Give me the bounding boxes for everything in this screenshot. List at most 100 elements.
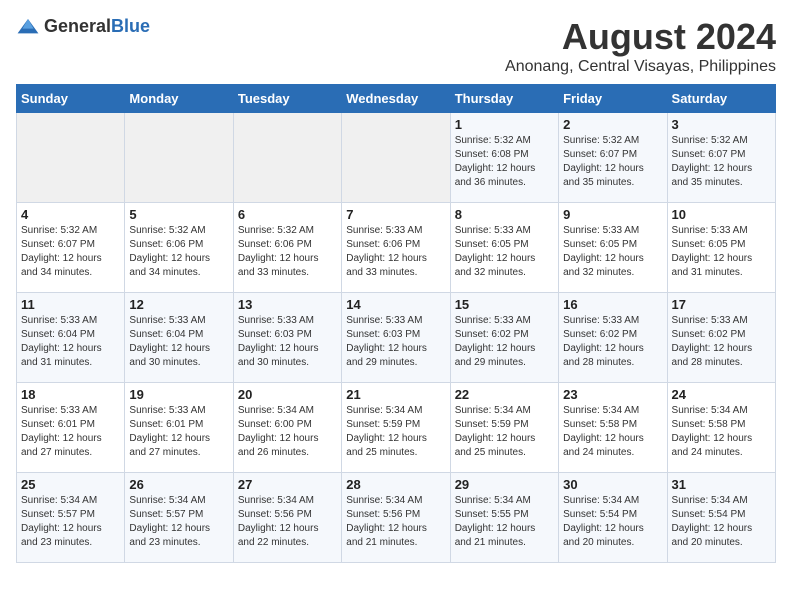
day-info: Sunrise: 5:34 AMSunset: 5:58 PMDaylight:… <box>672 404 771 460</box>
day-number: 31 <box>672 477 771 492</box>
day-cell: 1Sunrise: 5:32 AMSunset: 6:08 PMDaylight… <box>450 113 558 203</box>
logo-general: General <box>44 16 111 36</box>
day-info: Sunrise: 5:33 AMSunset: 6:01 PMDaylight:… <box>129 404 228 460</box>
day-number: 20 <box>238 387 337 402</box>
day-cell <box>342 113 450 203</box>
day-cell: 10Sunrise: 5:33 AMSunset: 6:05 PMDayligh… <box>667 203 775 293</box>
header-cell-monday: Monday <box>125 85 233 113</box>
header-cell-tuesday: Tuesday <box>233 85 341 113</box>
header-row: SundayMondayTuesdayWednesdayThursdayFrid… <box>17 85 776 113</box>
day-cell: 12 Sunrise: 5:33 AMSunset: 6:04 PMDayligh… <box>125 293 233 383</box>
day-cell: 19Sunrise: 5:33 AMSunset: 6:01 PMDayligh… <box>125 383 233 473</box>
day-number: 23 <box>563 387 662 402</box>
day-number: 12 <box>129 297 228 312</box>
logo-icon <box>16 17 40 37</box>
day-cell: 8 Sunrise: 5:33 AMSunset: 6:05 PMDaylight… <box>450 203 558 293</box>
day-info: Sunrise: 5:34 AMSunset: 5:56 PMDaylight:… <box>346 494 445 550</box>
day-number: 5 <box>129 207 228 222</box>
day-info: Sunrise: 5:34 AMSunset: 6:00 PMDaylight:… <box>238 404 337 460</box>
title-area: August 2024 Anonang, Central Visayas, Ph… <box>505 16 776 76</box>
header-cell-saturday: Saturday <box>667 85 775 113</box>
logo-blue: Blue <box>111 16 150 36</box>
day-number: 27 <box>238 477 337 492</box>
day-info: Sunrise: 5:34 AMSunset: 5:54 PMDaylight:… <box>563 494 662 550</box>
day-cell: 26 Sunrise: 5:34 AMSunset: 5:57 PMDayligh… <box>125 473 233 563</box>
day-info: Sunrise: 5:33 AMSunset: 6:06 PMDaylight:… <box>346 224 445 280</box>
calendar-header: SundayMondayTuesdayWednesdayThursdayFrid… <box>17 85 776 113</box>
day-info: Sunrise: 5:33 AMSunset: 6:02 PMDaylight:… <box>672 314 771 370</box>
day-cell: 6Sunrise: 5:32 AMSunset: 6:06 PMDaylight… <box>233 203 341 293</box>
day-number: 18 <box>21 387 120 402</box>
day-info: Sunrise: 5:34 AMSunset: 5:57 PMDaylight:… <box>129 494 228 550</box>
day-number: 15 <box>455 297 554 312</box>
day-number: 8 <box>455 207 554 222</box>
day-cell: 31 Sunrise: 5:34 AMSunset: 5:54 PMDayligh… <box>667 473 775 563</box>
day-info: Sunrise: 5:33 AMSunset: 6:05 PMDaylight:… <box>455 224 554 280</box>
day-number: 1 <box>455 117 554 132</box>
week-row-4: 25 Sunrise: 5:34 AMSunset: 5:57 PMDayligh… <box>17 473 776 563</box>
day-cell: 23 Sunrise: 5:34 AMSunset: 5:58 PMDayligh… <box>559 383 667 473</box>
day-info: Sunrise: 5:34 AMSunset: 5:54 PMDaylight:… <box>672 494 771 550</box>
subtitle: Anonang, Central Visayas, Philippines <box>505 58 776 76</box>
day-cell: 13Sunrise: 5:33 AMSunset: 6:03 PMDayligh… <box>233 293 341 383</box>
week-row-2: 11 Sunrise: 5:33 AMSunset: 6:04 PMDayligh… <box>17 293 776 383</box>
day-cell: 24 Sunrise: 5:34 AMSunset: 5:58 PMDayligh… <box>667 383 775 473</box>
header-cell-sunday: Sunday <box>17 85 125 113</box>
day-cell: 4 Sunrise: 5:32 AMSunset: 6:07 PMDaylight… <box>17 203 125 293</box>
day-cell: 9 Sunrise: 5:33 AMSunset: 6:05 PMDaylight… <box>559 203 667 293</box>
day-info: Sunrise: 5:33 AMSunset: 6:01 PMDaylight:… <box>21 404 120 460</box>
day-cell: 3Sunrise: 5:32 AMSunset: 6:07 PMDaylight… <box>667 113 775 203</box>
day-number: 13 <box>238 297 337 312</box>
day-number: 9 <box>563 207 662 222</box>
day-cell: 2 Sunrise: 5:32 AMSunset: 6:07 PMDaylight… <box>559 113 667 203</box>
day-info: Sunrise: 5:34 AMSunset: 5:56 PMDaylight:… <box>238 494 337 550</box>
day-cell: 21Sunrise: 5:34 AMSunset: 5:59 PMDayligh… <box>342 383 450 473</box>
day-info: Sunrise: 5:33 AMSunset: 6:04 PMDaylight:… <box>129 314 228 370</box>
day-number: 6 <box>238 207 337 222</box>
day-cell: 14Sunrise: 5:33 AMSunset: 6:03 PMDayligh… <box>342 293 450 383</box>
day-cell: 17Sunrise: 5:33 AMSunset: 6:02 PMDayligh… <box>667 293 775 383</box>
day-number: 26 <box>129 477 228 492</box>
day-info: Sunrise: 5:34 AMSunset: 5:55 PMDaylight:… <box>455 494 554 550</box>
day-info: Sunrise: 5:33 AMSunset: 6:03 PMDaylight:… <box>346 314 445 370</box>
day-cell <box>233 113 341 203</box>
day-cell: 30 Sunrise: 5:34 AMSunset: 5:54 PMDayligh… <box>559 473 667 563</box>
day-cell: 29Sunrise: 5:34 AMSunset: 5:55 PMDayligh… <box>450 473 558 563</box>
day-number: 10 <box>672 207 771 222</box>
main-title: August 2024 <box>505 16 776 58</box>
week-row-1: 4 Sunrise: 5:32 AMSunset: 6:07 PMDaylight… <box>17 203 776 293</box>
calendar-table: SundayMondayTuesdayWednesdayThursdayFrid… <box>16 84 776 563</box>
day-info: Sunrise: 5:34 AMSunset: 5:58 PMDaylight:… <box>563 404 662 460</box>
day-info: Sunrise: 5:33 AMSunset: 6:02 PMDaylight:… <box>563 314 662 370</box>
day-cell <box>17 113 125 203</box>
day-cell: 15Sunrise: 5:33 AMSunset: 6:02 PMDayligh… <box>450 293 558 383</box>
day-number: 3 <box>672 117 771 132</box>
day-number: 22 <box>455 387 554 402</box>
day-number: 7 <box>346 207 445 222</box>
day-number: 24 <box>672 387 771 402</box>
day-cell: 7 Sunrise: 5:33 AMSunset: 6:06 PMDaylight… <box>342 203 450 293</box>
header-cell-thursday: Thursday <box>450 85 558 113</box>
day-cell: 25Sunrise: 5:34 AMSunset: 5:57 PMDayligh… <box>17 473 125 563</box>
logo-text: GeneralBlue <box>44 16 150 37</box>
day-number: 11 <box>21 297 120 312</box>
day-info: Sunrise: 5:32 AMSunset: 6:07 PMDaylight:… <box>563 134 662 190</box>
header-cell-friday: Friday <box>559 85 667 113</box>
logo: GeneralBlue <box>16 16 150 37</box>
day-info: Sunrise: 5:32 AMSunset: 6:06 PMDaylight:… <box>129 224 228 280</box>
day-info: Sunrise: 5:33 AMSunset: 6:04 PMDaylight:… <box>21 314 120 370</box>
day-number: 4 <box>21 207 120 222</box>
day-info: Sunrise: 5:32 AMSunset: 6:07 PMDaylight:… <box>21 224 120 280</box>
day-cell: 11 Sunrise: 5:33 AMSunset: 6:04 PMDayligh… <box>17 293 125 383</box>
day-cell: 20 Sunrise: 5:34 AMSunset: 6:00 PMDayligh… <box>233 383 341 473</box>
day-cell <box>125 113 233 203</box>
day-number: 2 <box>563 117 662 132</box>
day-number: 30 <box>563 477 662 492</box>
day-number: 28 <box>346 477 445 492</box>
day-info: Sunrise: 5:33 AMSunset: 6:05 PMDaylight:… <box>563 224 662 280</box>
day-number: 25 <box>21 477 120 492</box>
day-number: 16 <box>563 297 662 312</box>
day-cell: 28 Sunrise: 5:34 AMSunset: 5:56 PMDayligh… <box>342 473 450 563</box>
day-cell: 22Sunrise: 5:34 AMSunset: 5:59 PMDayligh… <box>450 383 558 473</box>
day-cell: 5 Sunrise: 5:32 AMSunset: 6:06 PMDaylight… <box>125 203 233 293</box>
